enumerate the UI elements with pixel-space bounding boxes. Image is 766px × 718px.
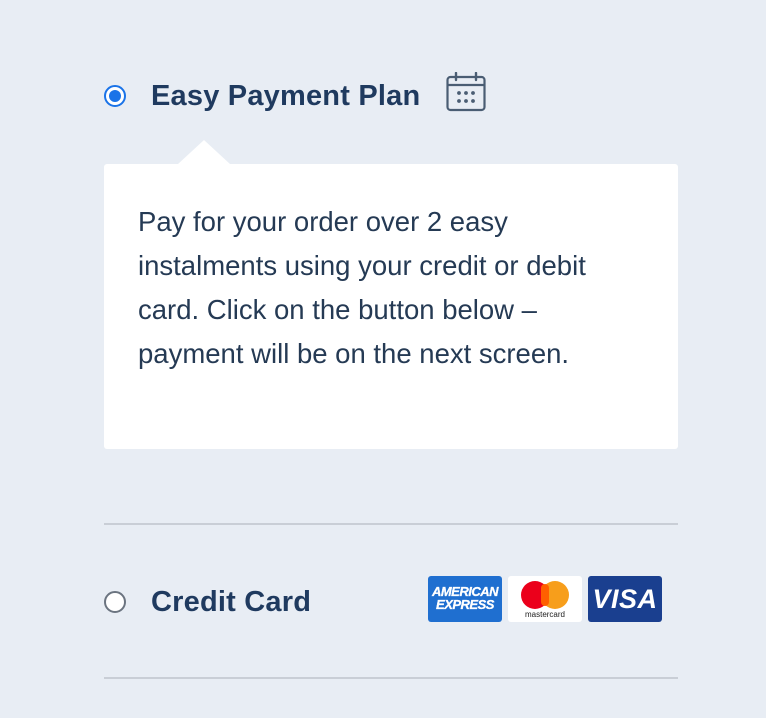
mastercard-logo: mastercard [508,576,582,622]
credit-card-radio[interactable] [104,591,126,613]
divider [104,523,678,525]
easy-payment-plan-option[interactable]: Easy Payment Plan [104,72,420,120]
american-express-logo: AMERICAN EXPRESS [428,576,502,622]
visa-logo: VISA [588,576,662,622]
easy-payment-plan-radio[interactable] [104,85,126,107]
mastercard-overlap [541,584,549,606]
easy-payment-plan-description: Pay for your order over 2 easy instalmen… [138,206,586,369]
amex-logo-line2: EXPRESS [436,597,495,612]
easy-payment-plan-label[interactable]: Easy Payment Plan [151,80,420,113]
credit-card-option[interactable]: Credit Card [104,578,311,626]
mastercard-logo-text: mastercard [524,610,565,619]
easy-payment-plan-description-panel: Pay for your order over 2 easy instalmen… [104,140,678,449]
divider [104,677,678,679]
visa-logo-text: VISA [592,584,658,614]
calendar-icon [446,72,486,112]
credit-card-label[interactable]: Credit Card [151,586,311,619]
